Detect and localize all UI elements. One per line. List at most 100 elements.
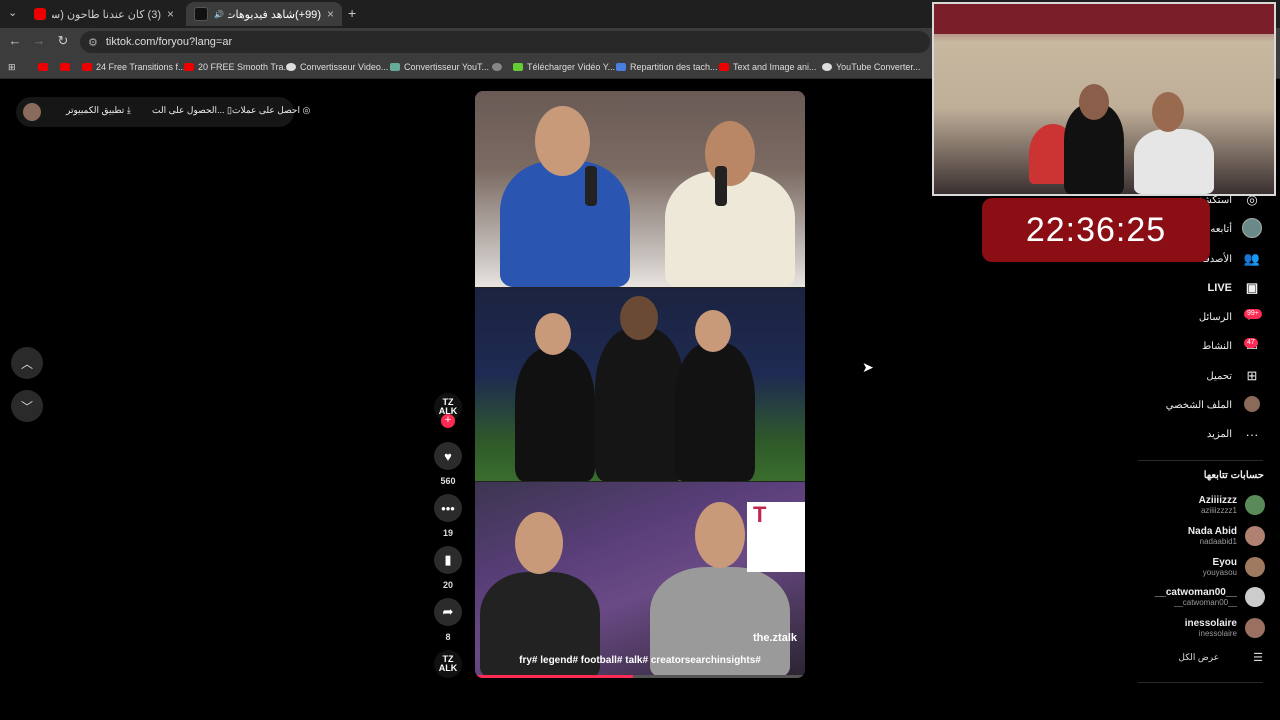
bookmark-youtube-1[interactable] [38,59,52,75]
sidebar-item-upload[interactable]: تحميل ⊞ [1206,365,1262,387]
coin-icon: ◎ [302,105,311,115]
tab-tiktok[interactable]: 🔊 (99+)شاهد فيديوهات متصدرة × [186,2,342,26]
sound-avatar[interactable]: TZ ALK [434,650,462,678]
site-info-icon[interactable]: ⚙ [88,36,98,49]
following-account[interactable]: inessolaire inessolaire [1185,614,1265,642]
save-count: 20 [442,580,453,590]
desktop-app-button[interactable]: تطبيق الكمبيوتر ⤓ [66,105,131,116]
save-action[interactable]: ▮ 20 [434,546,462,590]
bookmark-item[interactable]: Télécharger Vidéo Y... [513,59,615,75]
following-account[interactable]: __catwoman00__ __catwoman00__ [1155,583,1265,611]
comment-action[interactable]: ••• 19 [434,494,462,538]
tab-title: (99+)شاهد فيديوهات متصدرة [227,8,321,21]
bookmark-item[interactable]: Text and Image ani... [719,59,817,75]
back-arrow-icon[interactable]: ← [6,33,24,48]
mouse-cursor-icon: ➤ [862,359,874,375]
bookmark-youtube-2[interactable] [60,59,74,75]
sidebar-item-more[interactable]: المزيد ··· [1207,423,1262,445]
sidebar-item-label: المزيد [1206,428,1232,440]
apps-grid-icon[interactable]: ⊞ [8,59,16,75]
avatar [1245,526,1265,546]
avatar [1245,618,1265,638]
following-account[interactable]: Nada Abid nadaabid1 [1188,522,1265,550]
player-head [695,310,731,352]
share-icon[interactable]: ➦ [434,598,462,626]
sidebar-item-label: الملف الشخصي [1165,399,1232,411]
get-coins-button[interactable]: احصل على عملات ◎ [232,105,310,116]
sidebar-divider [1138,460,1263,461]
heart-icon[interactable]: ♥ [434,442,462,470]
bookmark-label: YouTube Converter... [836,62,921,72]
follow-button[interactable]: + [441,414,455,428]
video-progress-bar[interactable] [475,675,805,678]
docs-icon [616,63,626,71]
reload-icon[interactable]: ↻ [54,33,72,49]
forward-arrow-icon[interactable]: → [30,33,48,48]
player-black-kit [515,348,595,481]
chevron-up-icon: ︿ [20,356,33,371]
address-bar[interactable]: ⚙ tiktok.com/foryou?lang=ar [80,31,930,53]
person-head [1152,92,1184,132]
account-name: inessolaire [1184,618,1237,629]
url-text: tiktok.com/foryou?lang=ar [105,36,233,48]
comment-icon[interactable]: ••• [434,494,462,522]
profile-icon [1242,395,1262,415]
following-accounts-title: حسابات تتابعها [1203,470,1264,481]
creator-avatar[interactable]: TZ ALK + [434,393,462,428]
new-tab-button[interactable]: + [348,5,356,21]
bookmark-item[interactable]: YouTube Converter... [822,59,920,75]
following-account[interactable]: Aziiiizzz aziiiizzzz1 [1199,491,1265,519]
bookmark-item[interactable]: 20 FREE Smooth Tra... [184,59,291,75]
player-head [620,296,658,340]
sidebar-item-profile[interactable]: الملف الشخصي [1166,394,1262,416]
sidebar-item-following[interactable]: أتابعه [1210,217,1262,240]
youtube-icon [34,8,46,20]
bookmark-label: Convertisseur YouT... [404,62,490,72]
speaker-icon[interactable]: 🔊 [214,10,224,19]
converter-icon [390,63,400,71]
like-action[interactable]: ♥ 560 [434,442,462,486]
see-all-label: عرض الكل [1178,652,1220,662]
avatar [1245,557,1265,577]
avatar [1245,587,1265,607]
bookmark-globe[interactable] [492,59,506,75]
sidebar-item-label: تحميل [1206,370,1232,382]
tab-close-icon[interactable]: × [327,7,334,21]
account-handle: nadaabid1 [1199,537,1237,546]
get-app-label: الحصول على الت... [152,105,225,115]
next-video-button[interactable]: ﹀ [11,390,43,422]
video-player[interactable]: T the.ztalk fry# legend# football# talk#… [475,91,805,678]
show-logo-sign: T [747,502,805,572]
bookmark-item[interactable]: 24 Free Transitions f... [82,59,186,75]
person-head [515,512,563,574]
video-caption: fry# legend# football# talk# creatorsear… [519,655,761,666]
overlay-timer: 22:36:25 [982,198,1210,262]
tab-close-icon[interactable]: × [167,7,174,21]
avatar[interactable] [23,103,41,121]
sidebar-item-live[interactable]: LIVE ▣ [1208,277,1262,299]
account-handle: aziiiizzzz1 [1200,506,1237,515]
youtube-icon [184,63,194,71]
bookmark-item[interactable]: Convertisseur Video... [286,59,388,75]
see-all-button[interactable]: عرض الكل ☰ [1178,651,1263,664]
youtube-icon [719,63,729,71]
download-icon: ⤓ [126,105,131,115]
flags-banner [934,4,1274,34]
youtube-icon [60,63,70,71]
following-account[interactable]: Eyou youyasou [1203,553,1265,581]
bookmark-item[interactable]: Convertisseur YouT... [390,59,489,75]
desktop-app-label: تطبيق الكمبيوتر [66,105,125,115]
person-head [695,502,745,568]
tab-youtube[interactable]: (3) كان عندنا طاحون (سهر الليالي) × [26,2,182,26]
live-icon: ▣ [1245,280,1259,295]
sidebar-item-label: أتابعه [1210,223,1232,235]
get-app-button[interactable]: الحصول على الت... ▯ [152,105,232,116]
bookmark-item[interactable]: Repartition des tach... [616,59,718,75]
person-white-shirt [665,171,795,287]
previous-video-button[interactable]: ︿ [11,347,43,379]
share-action[interactable]: ➦ 8 [434,598,462,642]
tiktok-icon [194,7,208,21]
tab-search-chevron-icon[interactable]: ⌄ [8,6,17,19]
bookmark-icon[interactable]: ▮ [434,546,462,574]
share-count: 8 [445,632,451,642]
